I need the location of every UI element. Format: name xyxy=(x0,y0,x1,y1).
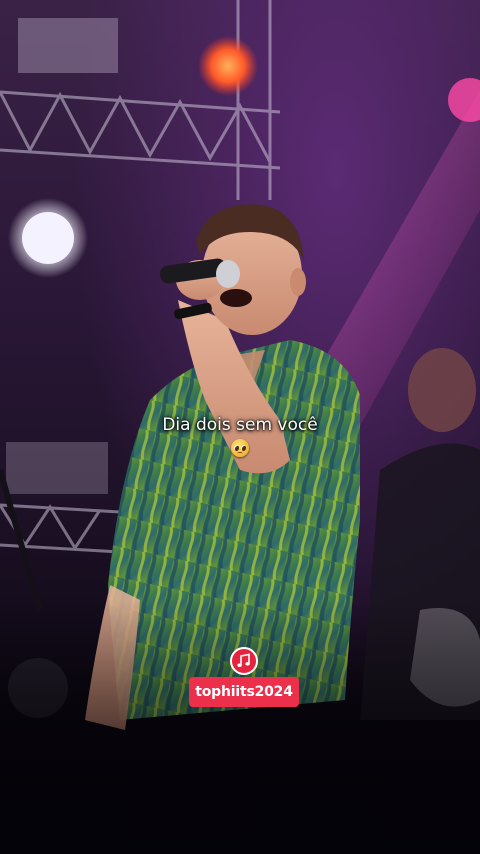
caption-text: Dia dois sem você xyxy=(162,415,318,435)
story-caption: Dia dois sem você xyxy=(0,414,480,459)
music-notes-icon xyxy=(230,647,258,675)
username-tag[interactable]: tophiits2024 xyxy=(189,677,299,707)
video-frame: Dia dois sem você tophiits2024 xyxy=(0,0,480,854)
pleading-face-emoji-icon xyxy=(231,439,249,457)
